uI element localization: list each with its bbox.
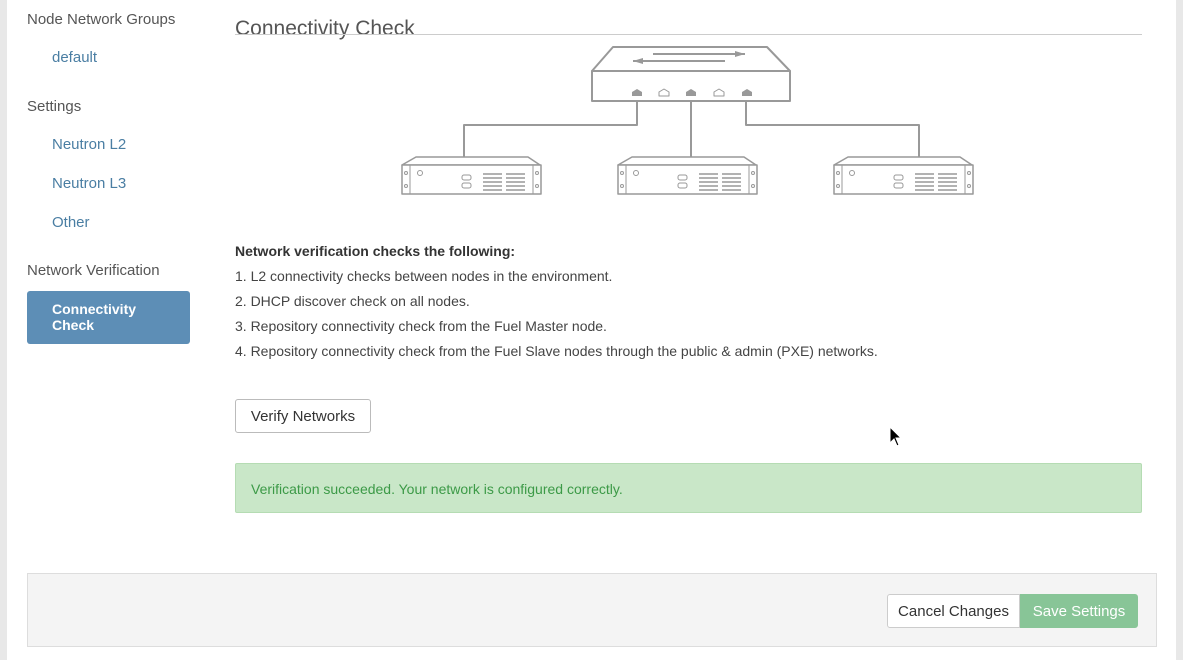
sidebar-item-neutron-l2[interactable]: Neutron L2 bbox=[52, 136, 126, 153]
check-item-l2: 1. L2 connectivity checks between nodes … bbox=[235, 268, 613, 284]
check-item-repo-slave: 4. Repository connectivity check from th… bbox=[235, 343, 878, 359]
mouse-cursor-icon bbox=[889, 426, 903, 447]
network-switch-icon bbox=[591, 46, 791, 102]
server-icon bbox=[617, 156, 758, 195]
server-icon bbox=[833, 156, 974, 195]
settings-footer: Cancel Changes Save Settings bbox=[27, 573, 1157, 647]
sidebar-item-default[interactable]: default bbox=[52, 49, 97, 66]
sidebar-group-settings: Settings bbox=[27, 98, 82, 115]
verification-success-alert: Verification succeeded. Your network is … bbox=[235, 463, 1142, 513]
server-icon bbox=[401, 156, 542, 195]
sidebar-group-node-network-groups: Node Network Groups bbox=[27, 11, 176, 28]
sidebar-item-other[interactable]: Other bbox=[52, 214, 90, 231]
sidebar-group-network-verification: Network Verification bbox=[27, 262, 160, 279]
verification-description-heading: Network verification checks the followin… bbox=[235, 243, 516, 259]
cancel-changes-button[interactable]: Cancel Changes bbox=[887, 594, 1020, 628]
check-item-repo-master: 3. Repository connectivity check from th… bbox=[235, 318, 607, 334]
verify-networks-button[interactable]: Verify Networks bbox=[235, 399, 371, 433]
check-item-dhcp: 2. DHCP discover check on all nodes. bbox=[235, 293, 470, 309]
save-settings-button[interactable]: Save Settings bbox=[1020, 594, 1138, 628]
sidebar-item-neutron-l3[interactable]: Neutron L3 bbox=[52, 175, 126, 192]
window-edge-right bbox=[1176, 0, 1183, 660]
network-diagram bbox=[401, 46, 974, 195]
sidebar-item-connectivity-check[interactable]: Connectivity Check bbox=[27, 291, 190, 344]
network-cables bbox=[463, 93, 920, 157]
window-edge-left bbox=[0, 0, 7, 660]
